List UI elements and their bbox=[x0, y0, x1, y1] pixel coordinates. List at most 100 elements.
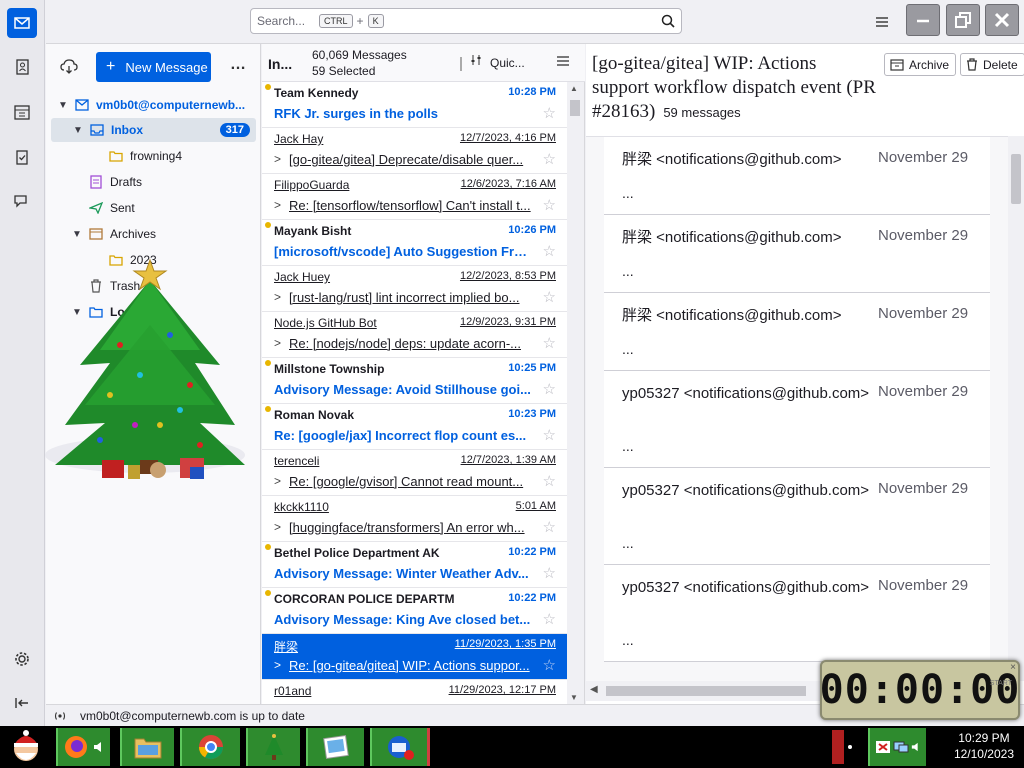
thread-message-card[interactable]: yp05327 <notifications@github.com> Novemb… bbox=[604, 468, 990, 565]
star-icon[interactable]: ☆ bbox=[543, 196, 556, 214]
star-icon[interactable]: ☆ bbox=[543, 610, 556, 628]
message-row[interactable]: Millstone Township 10:25 PM Advisory Messa… bbox=[262, 358, 568, 404]
stopwatch-widget[interactable]: × START 00:00:00 bbox=[820, 660, 1020, 720]
folder-inbox[interactable]: ▼ Inbox 317 bbox=[51, 118, 256, 142]
card-date: November 29 bbox=[878, 577, 969, 594]
taskbar-clock[interactable]: 10:29 PM 12/10/2023 bbox=[954, 730, 1014, 762]
star-icon[interactable]: ☆ bbox=[543, 334, 556, 352]
message-row[interactable]: FilippoGuarda 12/6/2023, 7:16 AM > Re: [ten… bbox=[262, 174, 568, 220]
taskbar-file-explorer[interactable] bbox=[120, 728, 174, 766]
message-row[interactable]: Mayank Bisht 10:26 PM [microsoft/vscode] A… bbox=[262, 220, 568, 266]
list-display-options-button[interactable] bbox=[556, 54, 570, 71]
message-row[interactable]: terenceli 12/7/2023, 1:39 AM > Re: [google/… bbox=[262, 450, 568, 496]
scroll-thumb[interactable] bbox=[570, 100, 580, 116]
picture-icon bbox=[323, 735, 349, 759]
chevron-right-icon[interactable]: > bbox=[274, 474, 281, 488]
taskbar-tree-app[interactable] bbox=[246, 728, 300, 766]
star-icon[interactable]: ☆ bbox=[543, 242, 556, 260]
chevron-right-icon[interactable]: > bbox=[274, 658, 281, 672]
chevron-right-icon[interactable]: > bbox=[274, 336, 281, 350]
settings-space-button[interactable] bbox=[7, 644, 37, 674]
account-row[interactable]: ▼ vm0b0t@computernewb... bbox=[56, 93, 260, 117]
message-row[interactable]: kkckk1110 5:01 AM > [huggingface/transforme… bbox=[262, 496, 568, 542]
star-icon[interactable]: ☆ bbox=[543, 104, 556, 122]
message-row[interactable]: Jack Hay 12/7/2023, 4:16 PM > [go-gitea/git… bbox=[262, 128, 568, 174]
taskbar-chrome[interactable] bbox=[180, 728, 240, 766]
search-icon[interactable] bbox=[661, 14, 675, 28]
star-icon[interactable]: ☆ bbox=[543, 518, 556, 536]
clock-date: 12/10/2023 bbox=[953, 747, 1014, 761]
message-row[interactable]: 胖梁 11/29/2023, 1:35 PM > Re: [go-gitea/gite… bbox=[262, 634, 568, 680]
close-window-button[interactable] bbox=[985, 4, 1019, 36]
system-tray[interactable] bbox=[868, 728, 926, 766]
restore-button[interactable] bbox=[946, 4, 980, 36]
star-icon[interactable]: ☆ bbox=[543, 380, 556, 398]
tasks-space-button[interactable] bbox=[7, 142, 37, 172]
scroll-thumb[interactable] bbox=[1011, 154, 1021, 204]
star-icon[interactable]: ☆ bbox=[543, 656, 556, 674]
quick-filter-label[interactable]: Quic... bbox=[490, 56, 525, 70]
folder-sent[interactable]: Sent bbox=[46, 196, 260, 220]
message-row[interactable]: Node.js GitHub Bot 12/9/2023, 9:31 PM > Re:… bbox=[262, 312, 568, 358]
app-menu-button[interactable] bbox=[868, 10, 896, 34]
star-icon[interactable]: ☆ bbox=[543, 426, 556, 444]
thread-message-card[interactable]: yp05327 <notifications@github.com> Novemb… bbox=[604, 565, 990, 662]
mail-space-button[interactable] bbox=[7, 8, 37, 38]
message-date: 10:28 PM bbox=[508, 86, 556, 98]
taskbar-firefox[interactable] bbox=[56, 728, 110, 766]
chevron-right-icon[interactable]: > bbox=[274, 198, 281, 212]
archive-button[interactable]: Archive bbox=[884, 53, 957, 76]
message-subject: [microsoft/vscode] Auto Suggestion Fre..… bbox=[274, 244, 532, 259]
taskbar-thunderbird[interactable] bbox=[370, 728, 430, 766]
scroll-thumb[interactable] bbox=[606, 686, 806, 696]
chevron-right-icon[interactable]: > bbox=[274, 152, 281, 166]
thread-message-card[interactable]: 胖梁 <notifications@github.com> November 29… bbox=[604, 137, 990, 215]
calendar-icon bbox=[14, 105, 30, 120]
folder-archives[interactable]: ▼ Archives bbox=[46, 222, 260, 246]
folder-pane-options-button[interactable]: … bbox=[230, 56, 246, 74]
chat-space-button[interactable] bbox=[7, 186, 37, 216]
star-icon[interactable]: ☆ bbox=[543, 564, 556, 582]
address-book-space-button[interactable] bbox=[7, 52, 37, 82]
message-subject: Re: [google/gvisor] Cannot read mount... bbox=[289, 474, 524, 489]
card-sender: yp05327 <notifications@github.com> bbox=[622, 385, 870, 402]
minimize-button[interactable] bbox=[906, 4, 940, 36]
timer-close-button[interactable]: × bbox=[1010, 662, 1016, 673]
message-subject: RFK Jr. surges in the polls bbox=[274, 106, 438, 121]
message-row[interactable]: Team Kennedy 10:28 PM RFK Jr. surges in th… bbox=[262, 82, 568, 128]
thread-message-card[interactable]: yp05327 <notifications@github.com> Novemb… bbox=[604, 371, 990, 468]
reading-pane-scrollbar[interactable] bbox=[1008, 136, 1024, 681]
chrome-icon bbox=[199, 735, 223, 760]
horizontal-scrollbar[interactable]: ◀ bbox=[586, 681, 826, 701]
thread-message-card[interactable]: 胖梁 <notifications@github.com> November 29… bbox=[604, 293, 990, 371]
taskbar-image-viewer[interactable] bbox=[306, 728, 364, 766]
get-messages-button[interactable] bbox=[60, 59, 78, 78]
message-row[interactable]: Roman Novak 10:23 PM Re: [google/jax] Inco… bbox=[262, 404, 568, 450]
star-icon[interactable]: ☆ bbox=[543, 472, 556, 490]
star-icon[interactable]: ☆ bbox=[543, 288, 556, 306]
message-row[interactable]: r01and11/29/2023, 12:17 PM>☆ bbox=[262, 680, 568, 704]
message-date: 10:23 PM bbox=[508, 408, 556, 420]
start-button[interactable] bbox=[4, 728, 48, 766]
chevron-right-icon[interactable]: > bbox=[274, 290, 281, 304]
online-status-icon[interactable] bbox=[52, 710, 68, 722]
message-row[interactable]: CORCORAN POLICE DEPARTMENT 10:22 PM Adviso… bbox=[262, 588, 568, 634]
thread-message-card[interactable]: 胖梁 <notifications@github.com> November 29… bbox=[604, 215, 990, 293]
quick-filter-button[interactable] bbox=[470, 54, 482, 69]
folder-frowning4[interactable]: frowning4 bbox=[46, 144, 260, 168]
search-input[interactable]: Search... CTRL + K bbox=[250, 8, 682, 34]
message-list-scrollbar[interactable]: ▲ ▼ bbox=[567, 82, 584, 704]
folder-drafts[interactable]: Drafts bbox=[46, 170, 260, 194]
collapse-spaces-button[interactable] bbox=[7, 688, 37, 718]
delete-button[interactable]: Delete bbox=[960, 53, 1024, 76]
message-row[interactable]: Bethel Police Department AK 10:22 PM Advis… bbox=[262, 542, 568, 588]
new-message-button[interactable]: + New Message bbox=[96, 52, 211, 82]
message-date: 11/29/2023, 12:17 PM bbox=[448, 684, 556, 696]
chevron-right-icon[interactable]: > bbox=[274, 520, 281, 534]
calendar-space-button[interactable] bbox=[7, 97, 37, 127]
inbox-icon bbox=[89, 123, 105, 137]
timer-start-label[interactable]: START bbox=[990, 680, 1012, 687]
message-row[interactable]: Jack Huey 12/2/2023, 8:53 PM > [rust-lang/r… bbox=[262, 266, 568, 312]
star-icon[interactable]: ☆ bbox=[543, 150, 556, 168]
card-sender: 胖梁 <notifications@github.com> bbox=[622, 307, 842, 324]
